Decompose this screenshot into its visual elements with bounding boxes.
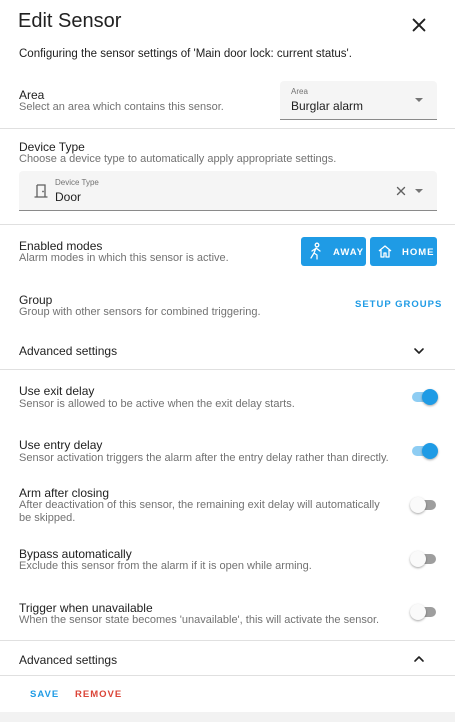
group-label: Group xyxy=(19,293,53,307)
device-type-label: Device Type xyxy=(19,140,85,154)
toggle-knob xyxy=(422,389,438,405)
toggle-knob xyxy=(422,443,438,459)
dialog-title: Edit Sensor xyxy=(18,10,122,32)
option-label: Use entry delay xyxy=(19,438,103,452)
divider xyxy=(0,369,455,370)
device-type-field-label: Device Type xyxy=(55,178,99,187)
dropdown-caret-icon xyxy=(415,98,423,102)
divider xyxy=(0,128,455,129)
chevron-up-icon[interactable] xyxy=(412,652,426,666)
toggle-knob xyxy=(410,497,426,513)
close-icon xyxy=(412,18,426,32)
divider xyxy=(0,224,455,225)
option-description: Sensor is allowed to be active when the … xyxy=(19,398,295,410)
bypass-automatically-toggle[interactable] xyxy=(410,551,438,567)
option-label: Arm after closing xyxy=(19,486,110,500)
remove-button[interactable]: REMOVE xyxy=(75,689,122,700)
area-description: Select an area which contains this senso… xyxy=(19,101,224,113)
home-icon xyxy=(378,245,392,258)
use-entry-delay-toggle[interactable] xyxy=(410,443,438,459)
option-description: Sensor activation triggers the alarm aft… xyxy=(19,452,389,464)
chevron-down-icon[interactable] xyxy=(412,344,426,358)
device-type-select[interactable]: Device Type Door xyxy=(19,171,437,211)
close-button[interactable] xyxy=(406,12,432,38)
clear-icon[interactable] xyxy=(396,186,406,196)
option-description: Exclude this sensor from the alarm if it… xyxy=(19,560,312,572)
toggle-knob xyxy=(410,604,426,620)
mode-home-button[interactable]: HOME xyxy=(370,237,437,266)
mode-away-button[interactable]: AWAY xyxy=(301,237,366,266)
group-description: Group with other sensors for combined tr… xyxy=(19,306,261,318)
door-icon xyxy=(34,184,48,198)
option-description: When the sensor state becomes 'unavailab… xyxy=(19,614,380,626)
trigger-when-unavailable-toggle[interactable] xyxy=(410,604,438,620)
dropdown-caret-icon xyxy=(415,189,423,193)
area-value: Burglar alarm xyxy=(291,99,364,113)
enabled-modes-description: Alarm modes in which this sensor is acti… xyxy=(19,252,229,264)
save-button[interactable]: SAVE xyxy=(30,689,59,700)
advanced-settings-header[interactable]: Advanced settings xyxy=(19,344,117,358)
area-label: Area xyxy=(19,88,45,102)
mode-home-label: HOME xyxy=(402,247,435,258)
edit-sensor-dialog: Edit Sensor Configuring the sensor setti… xyxy=(0,0,455,722)
dialog-subtitle: Configuring the sensor settings of 'Main… xyxy=(19,48,352,60)
walking-icon xyxy=(310,242,321,260)
mode-away-label: AWAY xyxy=(333,247,365,258)
enabled-modes-label: Enabled modes xyxy=(19,239,103,253)
area-select[interactable]: Area Burglar alarm xyxy=(280,81,437,120)
divider xyxy=(0,640,455,641)
option-label: Trigger when unavailable xyxy=(19,601,153,615)
divider xyxy=(0,675,455,676)
option-label: Use exit delay xyxy=(19,384,95,398)
toggle-knob xyxy=(410,551,426,567)
area-field-label: Area xyxy=(291,87,308,96)
advanced-settings-header[interactable]: Advanced settings xyxy=(19,653,117,667)
option-description: After deactivation of this sensor, the r… xyxy=(19,499,380,524)
device-type-description: Choose a device type to automatically ap… xyxy=(19,153,337,165)
option-label: Bypass automatically xyxy=(19,547,132,561)
use-exit-delay-toggle[interactable] xyxy=(410,389,438,405)
device-type-value: Door xyxy=(55,190,82,204)
dialog-bottom-edge xyxy=(0,712,455,722)
setup-groups-button[interactable]: SETUP GROUPS xyxy=(355,299,442,310)
arm-after-closing-toggle[interactable] xyxy=(410,497,438,513)
